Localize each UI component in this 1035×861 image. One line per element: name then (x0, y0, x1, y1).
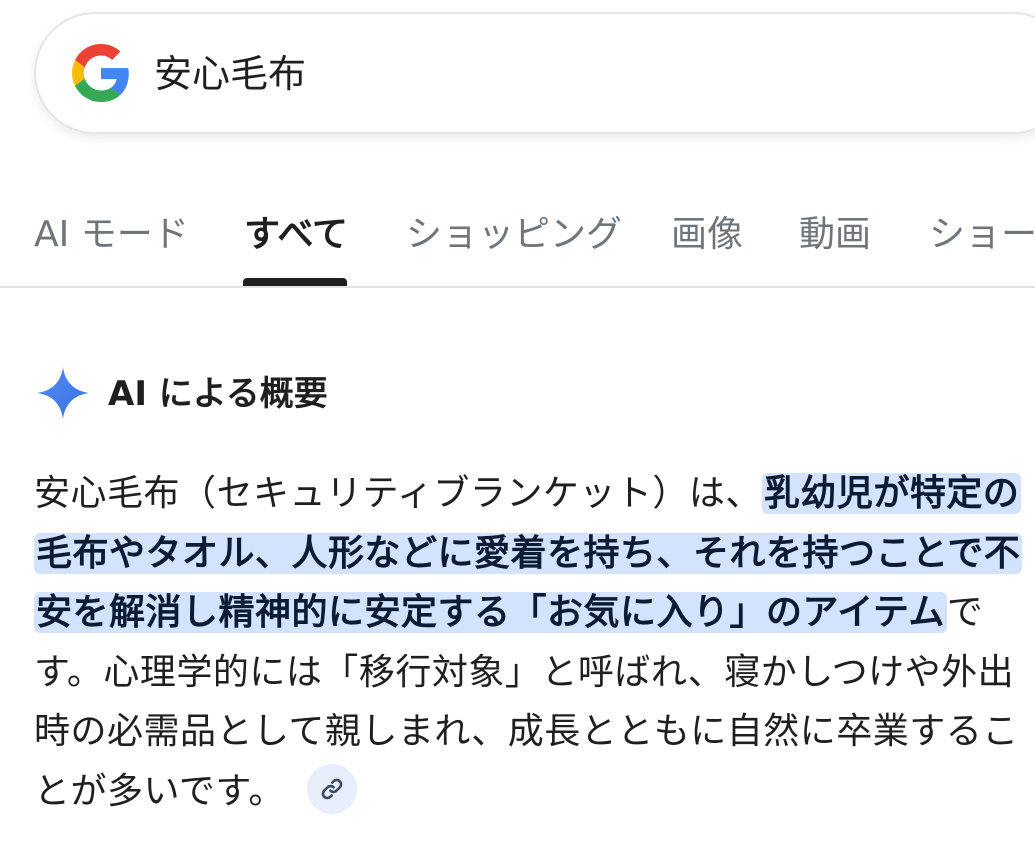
ai-overview-body: 安心毛布（セキュリティブランケット）は、乳幼児が特定の毛布やタオル、人形などに愛… (34, 464, 1024, 821)
sparkle-icon (37, 367, 89, 419)
tab-videos[interactable]: 動画 (799, 212, 871, 258)
link-icon (321, 778, 343, 799)
tab-all[interactable]: すべて (244, 212, 348, 258)
ai-overview-intro: 安心毛布（セキュリティブランケット）は、 (34, 473, 762, 514)
search-bar[interactable]: 安心毛布 (34, 12, 1035, 134)
tab-shopping[interactable]: ショッピング (406, 212, 622, 258)
ai-overview-title: AI による概要 (108, 374, 328, 414)
tab-shorts[interactable]: ショー (929, 212, 1035, 258)
search-input[interactable]: 安心毛布 (154, 50, 306, 98)
active-tab-indicator (243, 278, 347, 286)
search-results-page: 安心毛布 AI モード すべて ショッピング 画像 動画 ショー AI による概… (0, 0, 1035, 861)
source-link-button[interactable] (306, 763, 357, 814)
tab-images[interactable]: 画像 (671, 212, 743, 258)
tab-ai-mode[interactable]: AI モード (34, 212, 189, 258)
google-g-icon (72, 44, 129, 102)
tabs-divider (0, 286, 1035, 288)
search-tabs: AI モード すべて ショッピング 画像 動画 ショー (0, 200, 1035, 288)
